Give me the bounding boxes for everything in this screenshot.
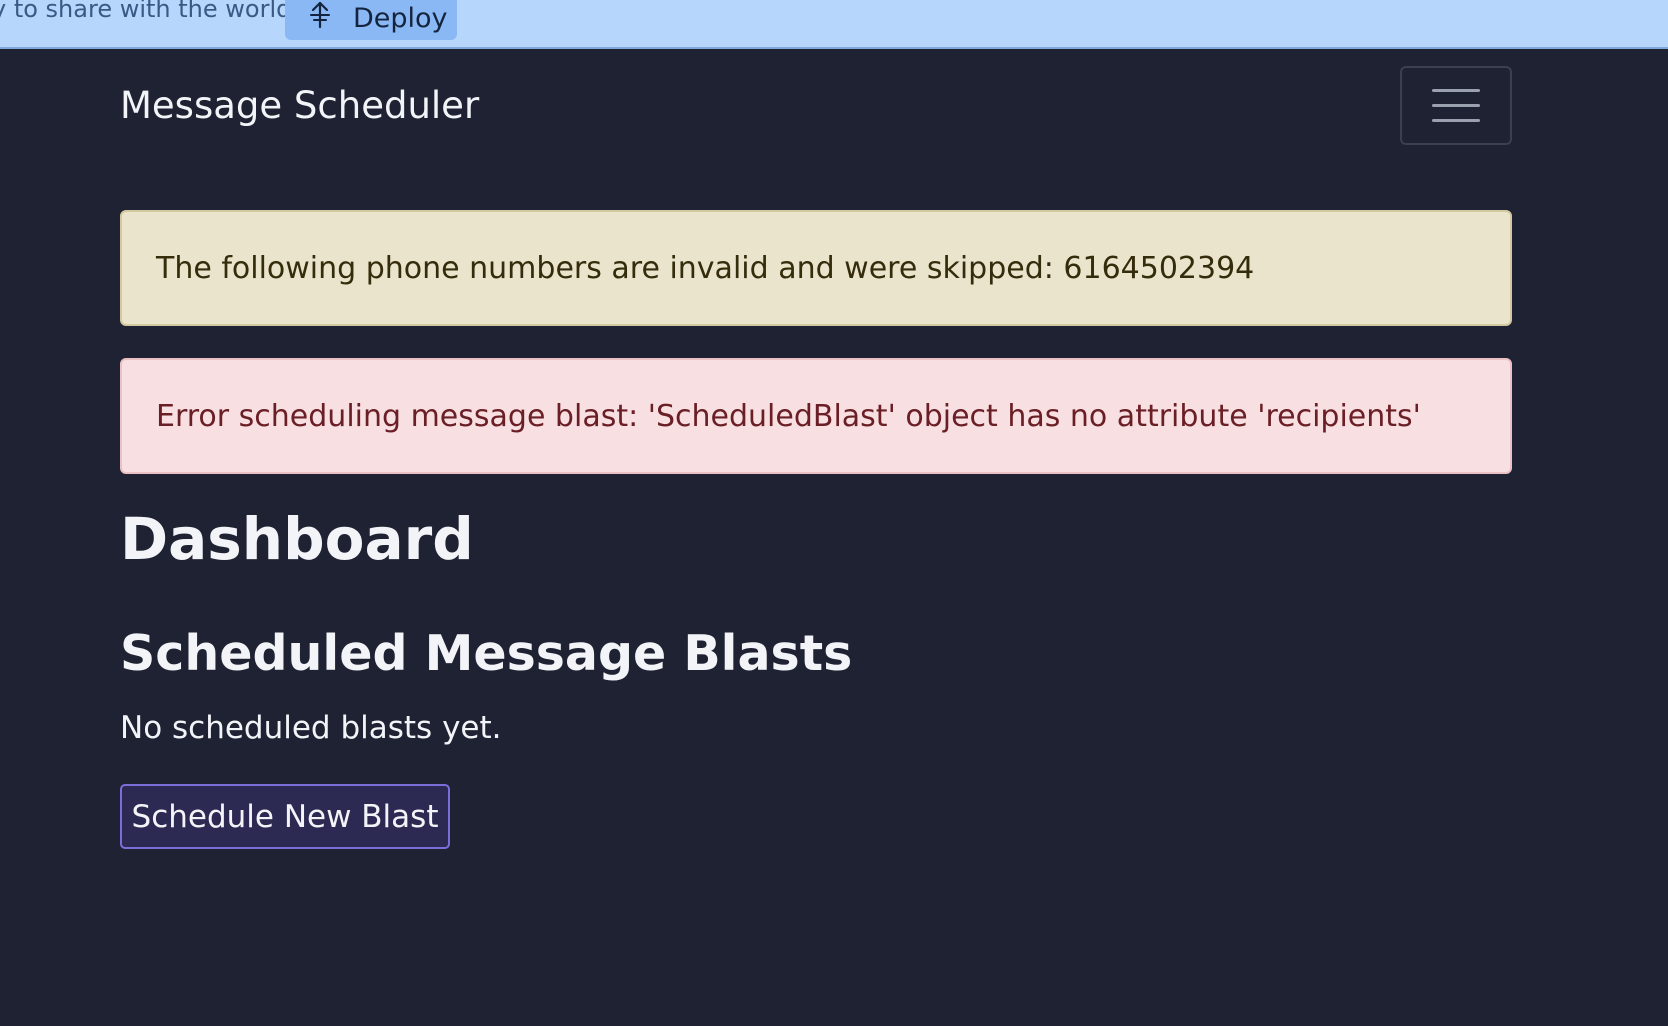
error-alert: Error scheduling message blast: 'Schedul… [120,358,1512,474]
warning-alert: The following phone numbers are invalid … [120,210,1512,326]
deploy-button[interactable]: Deploy [285,0,457,40]
deploy-banner: y to share with the world? Deploy [0,0,1668,49]
warning-alert-text: The following phone numbers are invalid … [156,250,1255,286]
navbar-brand[interactable]: Message Scheduler [120,84,479,127]
schedule-new-blast-button[interactable]: Schedule New Blast [120,784,450,849]
hamburger-menu-icon [1432,89,1480,92]
section-title: Scheduled Message Blasts [120,625,853,682]
navbar-toggler-button[interactable] [1400,66,1512,145]
deploy-button-label: Deploy [353,2,448,34]
error-alert-text: Error scheduling message blast: 'Schedul… [156,398,1421,434]
deploy-icon [305,0,335,29]
page-title: Dashboard [120,505,474,573]
empty-state-text: No scheduled blasts yet. [120,710,502,746]
deploy-prompt-text: y to share with the world? [0,0,305,23]
